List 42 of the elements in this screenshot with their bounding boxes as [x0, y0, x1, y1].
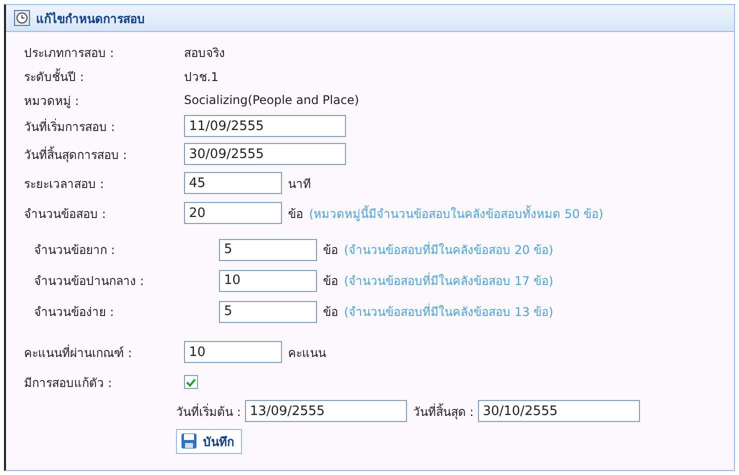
field-label: ประเภทการสอบ : — [24, 44, 115, 62]
field-label: วันที่สิ้นสุดการสอบ : — [24, 145, 128, 164]
unit-label: ข้อ — [288, 206, 303, 222]
input-field[interactable]: 30/10/2555 — [478, 400, 640, 422]
hint-text: (จำนวนข้อสอบที่มีในคลังข้อสอบ 20 ข้อ) — [344, 240, 554, 259]
field-label: มีการสอบแก้ตัว : — [24, 374, 113, 392]
input-field[interactable]: 5 — [219, 300, 317, 322]
input-field[interactable]: 5 — [219, 238, 317, 260]
checkmark-icon — [186, 378, 196, 386]
field-value: ปวช.1 — [184, 68, 218, 86]
input-field[interactable]: 45 — [184, 172, 282, 194]
checkbox[interactable] — [184, 375, 198, 389]
input-field[interactable]: 10 — [184, 341, 282, 363]
field-label: จำนวนข้อปานกลาง : — [34, 273, 145, 290]
field-label: วันที่เริ่มการสอบ : — [24, 118, 116, 136]
input-field[interactable]: 13/09/2555 — [244, 400, 407, 422]
field-value: สอบจริง — [184, 44, 225, 62]
field-label: ระยะเวลาสอบ : — [24, 176, 105, 192]
clock-icon — [14, 10, 30, 26]
unit-label: คะแนน — [288, 344, 326, 362]
input-field[interactable]: 10 — [219, 270, 317, 292]
field-label: วันที่เริ่มต้น : — [176, 402, 241, 420]
field-label: จำนวนข้อสอบ : — [24, 206, 107, 222]
field-label: คะแนนที่ผ่านเกณฑ์ : — [24, 344, 133, 362]
field-value: Socializing(People and Place) — [184, 93, 360, 107]
field-label: วันที่สิ้นสุด : — [412, 402, 474, 420]
field-label: ระดับชั้นปี : — [24, 67, 85, 86]
hint-text: (จำนวนข้อสอบที่มีในคลังข้อสอบ 13 ข้อ) — [344, 302, 554, 321]
input-field[interactable]: 20 — [184, 202, 282, 224]
save-button[interactable]: บันทึก — [176, 428, 242, 454]
unit-label: ข้อ — [323, 273, 338, 290]
input-field[interactable]: 11/09/2555 — [184, 115, 346, 137]
unit-label: ข้อ — [323, 242, 338, 259]
panel-title: แก้ไขกำหนดการสอบ — [36, 10, 145, 28]
field-label: จำนวนข้อยาก : — [34, 242, 116, 259]
hint-text: (จำนวนข้อสอบที่มีในคลังข้อสอบ 17 ข้อ) — [344, 272, 554, 290]
field-label: หมวดหมู่ : — [24, 92, 80, 110]
unit-label: นาที — [288, 176, 311, 192]
unit-label: ข้อ — [323, 304, 338, 321]
hint-text: (หมวดหมู่นี้มีจำนวนข้อสอบในคลังข้อสอบทั้งหมด 50 ข้อ) — [309, 204, 604, 222]
field-label: จำนวนข้อง่าย : — [34, 304, 115, 321]
input-field[interactable]: 30/09/2555 — [184, 143, 346, 165]
